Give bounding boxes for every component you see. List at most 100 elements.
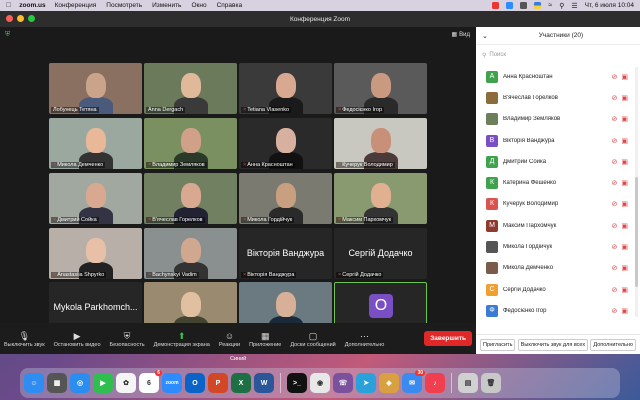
participant-name: Дмитрий Сойка — [503, 158, 547, 165]
video-tile[interactable]: Лобунець Тетяна — [49, 63, 142, 114]
tile-name-label: ×Микола Гордійчук — [241, 217, 295, 223]
muted-mic-icon: ⊘ — [611, 137, 618, 145]
reactions-button[interactable]: ☺ Реакции — [219, 330, 240, 348]
list-item[interactable]: Владимир Земляков ⊘ ▣ — [476, 109, 636, 130]
end-meeting-button[interactable]: Завершить — [424, 331, 472, 346]
mute-all-button[interactable]: Выключить звук для всех — [517, 338, 589, 351]
video-off-icon: ▣ — [621, 222, 628, 230]
stop-video-button[interactable]: ▶ Остановить видео — [54, 330, 101, 348]
menu-conference[interactable]: Конференция — [55, 2, 97, 9]
menu-app-name[interactable]: zoom.us — [19, 2, 45, 9]
list-item[interactable]: А Анна Красноштан ⊘ ▣ — [476, 66, 636, 87]
video-tile[interactable]: ×Дмитрий Сойка — [49, 173, 142, 224]
zoom-window-button[interactable] — [28, 15, 35, 22]
list-item[interactable]: К Кучерук Володимир ⊘ ▣ — [476, 194, 636, 215]
zoom-status-icon[interactable] — [506, 2, 514, 9]
dock-app-terminal-icon[interactable]: >_ — [287, 373, 307, 393]
dock-app-zoom-icon[interactable]: zoom — [162, 373, 182, 393]
dock-app-safari-icon[interactable]: ◎ — [70, 373, 90, 393]
apps-button[interactable]: ▦ Приложение — [249, 330, 281, 348]
more-options-button[interactable]: Дополнительно — [590, 338, 636, 351]
list-item[interactable]: Микола Демченко ⊘ ▣ — [476, 258, 636, 279]
muted-mic-icon: × — [338, 217, 342, 223]
dock-app-finder-icon[interactable]: ☺ — [24, 373, 44, 393]
participants-scroll-thumb[interactable] — [635, 177, 638, 287]
list-item[interactable]: В'ячеслав Горелков ⊘ ▣ — [476, 87, 636, 108]
video-tile[interactable]: ×Tetiana Vlasenko — [239, 63, 332, 114]
dock-app-photos-icon[interactable]: ✿ — [116, 373, 136, 393]
reactions-label: Реакции — [218, 341, 241, 348]
participant-name: Микола Демченко — [57, 162, 104, 168]
encryption-shield-icon[interactable]: ⛨ — [5, 31, 10, 39]
dock-app-launchpad-icon[interactable]: ▦ — [47, 373, 67, 393]
participant-name: Владимир Земляков — [503, 116, 561, 123]
video-tile[interactable]: ×Bachynskyi Vadim — [144, 228, 237, 279]
video-tile[interactable]: ×В'ячеслав Горелков — [144, 173, 237, 224]
menu-view[interactable]: Посмотреть — [106, 2, 142, 9]
search-icon[interactable]: ⚲ — [559, 2, 564, 10]
dock-app-word-icon[interactable]: W — [254, 373, 274, 393]
whiteboards-label: Доски сообщений — [290, 341, 336, 348]
mute-button[interactable]: 🎙 Выключить звук — [4, 330, 45, 348]
video-tile[interactable]: ×Владимир Земляков — [144, 118, 237, 169]
video-tile[interactable]: Anna Dergach — [144, 63, 237, 114]
close-window-button[interactable] — [6, 15, 13, 22]
menu-edit[interactable]: Изменить — [152, 2, 181, 9]
participants-list[interactable]: А Анна Красноштан ⊘ ▣ В'ячеслав Горелков ⊘ ▣ Вл… — [476, 66, 636, 322]
wifi-icon[interactable]: ≈ — [548, 2, 552, 9]
tile-name-label: ×Максим Пархомчук — [336, 217, 394, 223]
list-item[interactable]: Ф Федосієнко Ігор ⊘ ▣ — [476, 300, 636, 321]
dock-app-outlook-icon[interactable]: O — [185, 373, 205, 393]
avatar: O — [369, 294, 393, 318]
muted-mic-icon: × — [243, 107, 247, 113]
video-tile[interactable]: ×Кучерук Володимир — [334, 118, 427, 169]
menu-help[interactable]: Справка — [217, 2, 243, 9]
dock-app-telegram-icon[interactable]: ➤ — [356, 373, 376, 393]
share-screen-button[interactable]: ⬆ Демонстрация экрана — [154, 330, 210, 348]
whiteboards-button[interactable]: ▢ Доски сообщений — [290, 330, 335, 348]
video-tile[interactable]: ×Микола Гордійчук — [239, 173, 332, 224]
invite-button[interactable]: Пригласить — [480, 338, 516, 351]
muted-mic-icon: × — [243, 162, 247, 168]
menu-clock[interactable]: Чт, 6 июля 10:04 — [585, 2, 634, 9]
window-title: Конференция Zoom — [289, 15, 351, 23]
video-off-icon: ▣ — [621, 201, 628, 209]
list-item[interactable]: К Катерина Фешенко ⊘ ▣ — [476, 172, 636, 193]
video-tile[interactable]: ×Анна Красноштан — [239, 118, 332, 169]
dock-app-preview-icon[interactable]: ◈ — [379, 373, 399, 393]
control-center-icon[interactable]: ☰ — [571, 2, 577, 10]
list-item[interactable]: С Сергій Додачко ⊘ ▣ — [476, 279, 636, 300]
video-tile[interactable]: ×Микола Демченко — [49, 118, 142, 169]
view-button[interactable]: ▦ Вид — [451, 31, 470, 39]
apps-grid-icon: ▦ — [260, 330, 270, 341]
video-tile[interactable]: Сергій Додачко ×Сергій Додачко — [334, 228, 427, 279]
apple-menu-icon[interactable]:  — [6, 2, 11, 9]
battery-icon[interactable] — [520, 2, 528, 9]
dock-app-excel-icon[interactable]: X — [231, 373, 251, 393]
video-tile[interactable]: Вікторія Ванджура ×Вікторія Ванджура — [239, 228, 332, 279]
dock-app-viber-icon[interactable]: ☏ — [333, 373, 353, 393]
camera-icon: ▶ — [73, 330, 81, 341]
video-tile[interactable]: ×Anastasiia Shpyrko — [49, 228, 142, 279]
minimize-window-button[interactable] — [17, 15, 24, 22]
list-item[interactable]: М Максим Пархомчук ⊘ ▣ — [476, 215, 636, 236]
security-button[interactable]: ⛨ Безопасность — [110, 330, 145, 348]
video-tile[interactable]: ×Максим Пархомчук — [334, 173, 427, 224]
dock-app-calendar-icon[interactable]: 66 — [139, 370, 162, 393]
list-item[interactable]: В Вікторія Ванджура ⊘ ▣ — [476, 130, 636, 151]
dock-app-documents-icon[interactable]: ▤ — [458, 373, 478, 393]
participants-search-input[interactable]: ⚲ Поиск — [482, 48, 634, 62]
video-tile[interactable]: ×Федосієнко Ігор — [334, 63, 427, 114]
dock-app-mail-icon[interactable]: ✉ 30 — [402, 370, 425, 393]
dock-app-chrome-icon[interactable]: ◉ — [310, 373, 330, 393]
dock-app-facetime-icon[interactable]: ▶ — [93, 373, 113, 393]
list-item[interactable]: Микола Гордійчук ⊘ ▣ — [476, 236, 636, 257]
dock-app-powerpoint-icon[interactable]: P — [208, 373, 228, 393]
list-item[interactable]: Д Дмитрий Сойка ⊘ ▣ — [476, 151, 636, 172]
keyboard-flag-icon[interactable] — [534, 2, 542, 9]
status-app-icon[interactable] — [492, 2, 500, 9]
dock-app-trash-icon[interactable]: 🗑 — [481, 373, 501, 393]
more-button[interactable]: ⋯ Дополнительно — [345, 330, 385, 348]
menu-window[interactable]: Окно — [191, 2, 206, 9]
dock-app-music-icon[interactable]: ♪ — [425, 373, 445, 393]
